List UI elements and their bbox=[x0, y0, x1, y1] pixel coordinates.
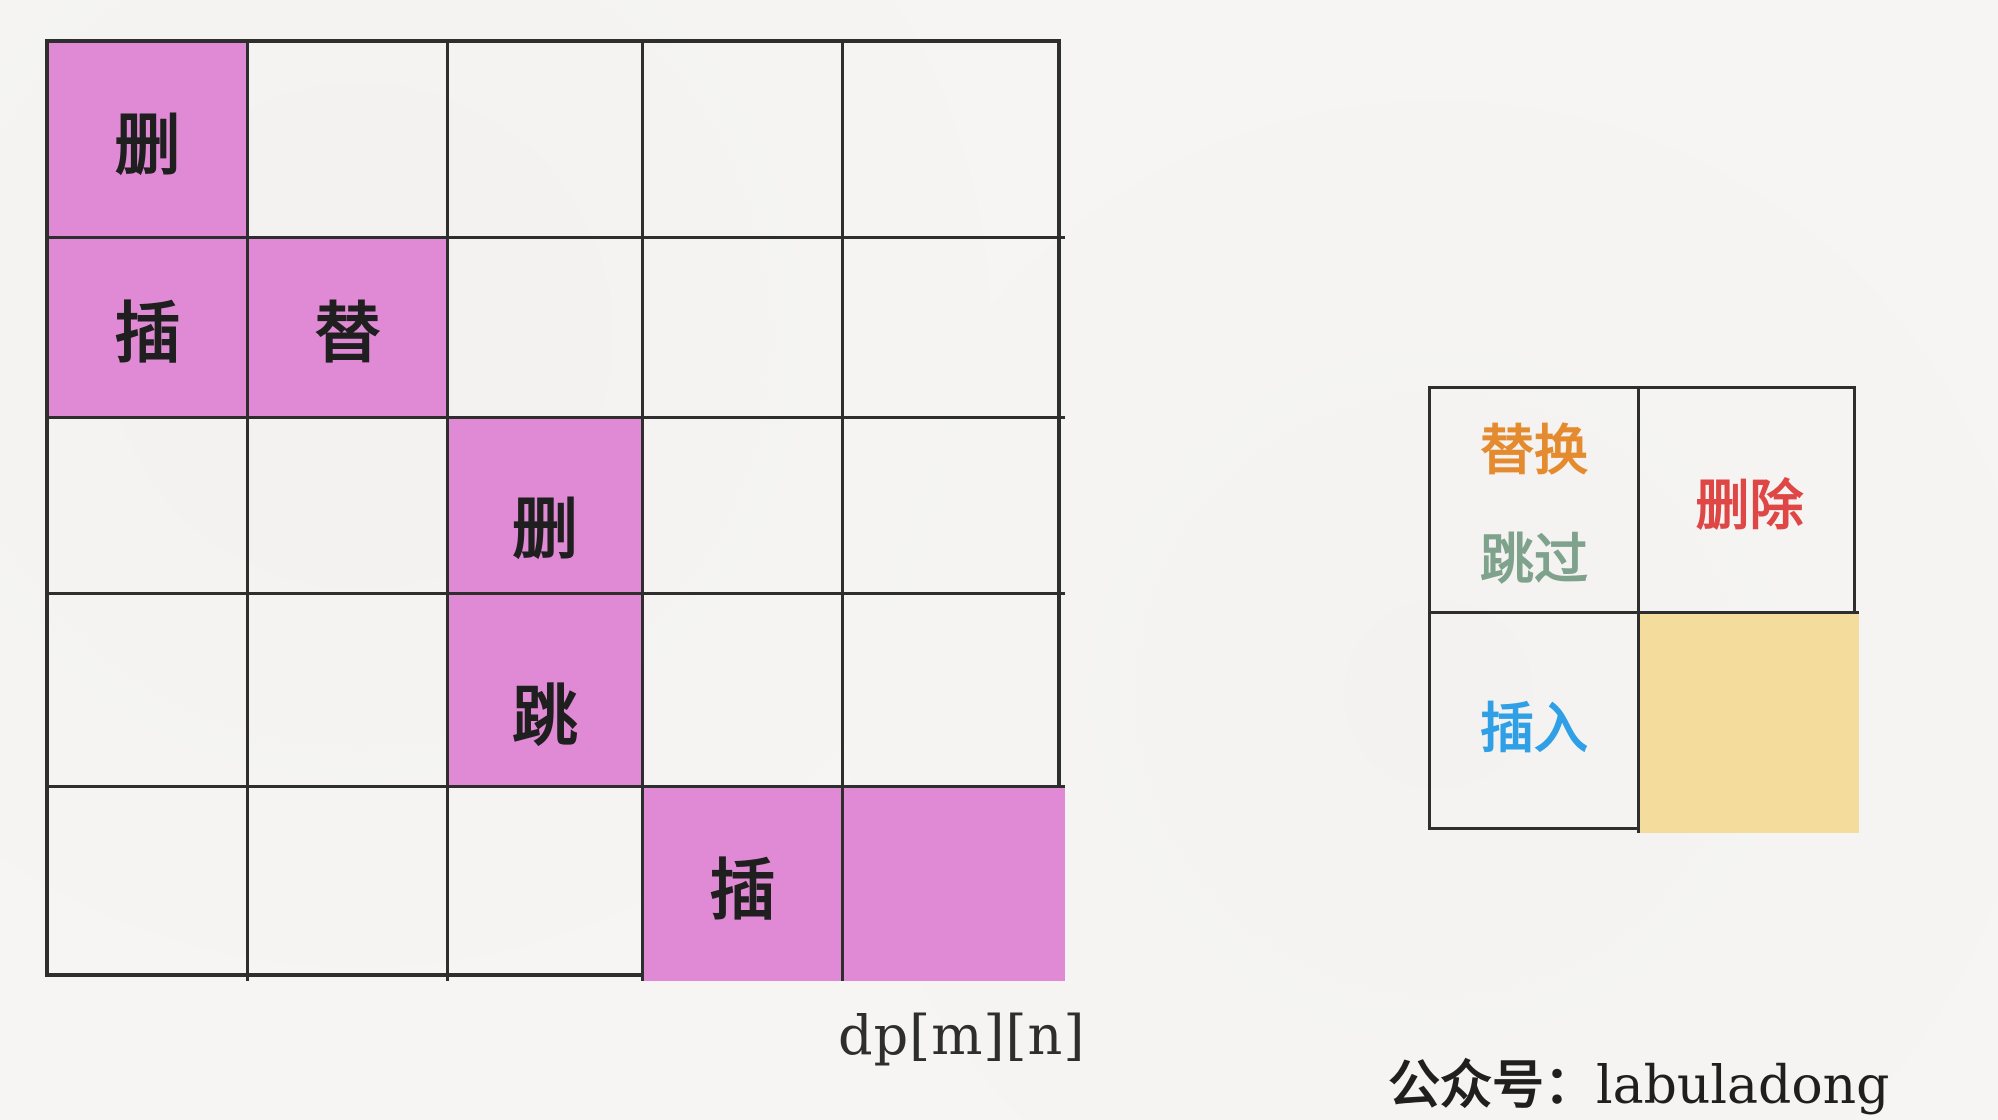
dp-cell bbox=[844, 419, 1065, 595]
dp-cell: 插 bbox=[49, 239, 249, 419]
legend-top-left: 替换 跳过 bbox=[1431, 389, 1640, 614]
legend-skip-label: 跳过 bbox=[1480, 528, 1588, 591]
legend-top-right: 删除 bbox=[1640, 389, 1859, 614]
dp-cell bbox=[644, 595, 844, 788]
dp-target-label: dp[m][n] bbox=[838, 1004, 1086, 1067]
dp-cell bbox=[249, 43, 449, 239]
dp-cell bbox=[249, 788, 449, 981]
dp-cell: 插 bbox=[644, 788, 844, 981]
dp-cell bbox=[49, 595, 249, 788]
dp-cell bbox=[844, 43, 1065, 239]
legend-delete-label: 删除 bbox=[1695, 473, 1804, 537]
transition-legend: 替换 跳过 删除 插入 bbox=[1428, 386, 1859, 833]
legend-insert-label: 插入 bbox=[1480, 697, 1588, 760]
dp-cell bbox=[249, 595, 449, 788]
diagram-canvas: 删 插 替 删 跳 插 dp[m][n] 替换 跳过 删除 插入 公众号：lab… bbox=[0, 0, 1998, 1120]
dp-cell bbox=[49, 419, 249, 595]
dp-cell bbox=[644, 419, 844, 595]
dp-cell bbox=[844, 595, 1065, 788]
dp-cell bbox=[449, 239, 644, 419]
dp-cell: 替 bbox=[249, 239, 449, 419]
dp-cell bbox=[449, 788, 644, 981]
dp-cell bbox=[449, 43, 644, 239]
dp-target-cell bbox=[844, 788, 1065, 981]
legend-current-cell bbox=[1640, 614, 1859, 833]
dp-cell bbox=[844, 239, 1065, 419]
dp-cell bbox=[644, 239, 844, 419]
dp-cell: 删 bbox=[449, 419, 644, 595]
dp-cell: 跳 bbox=[449, 595, 644, 788]
account-name: labuladong bbox=[1596, 1056, 1890, 1116]
legend-bottom-left: 插入 bbox=[1431, 614, 1640, 833]
account-watermark: 公众号：labuladong bbox=[1388, 1043, 1889, 1118]
legend-replace-label: 替换 bbox=[1480, 419, 1588, 482]
dp-cell: 删 bbox=[49, 43, 249, 239]
dp-table: 删 插 替 删 跳 插 bbox=[45, 39, 1065, 981]
dp-cell bbox=[644, 43, 844, 239]
account-prefix: 公众号： bbox=[1388, 1056, 1597, 1116]
dp-cell bbox=[249, 419, 449, 595]
dp-cell bbox=[49, 788, 249, 981]
